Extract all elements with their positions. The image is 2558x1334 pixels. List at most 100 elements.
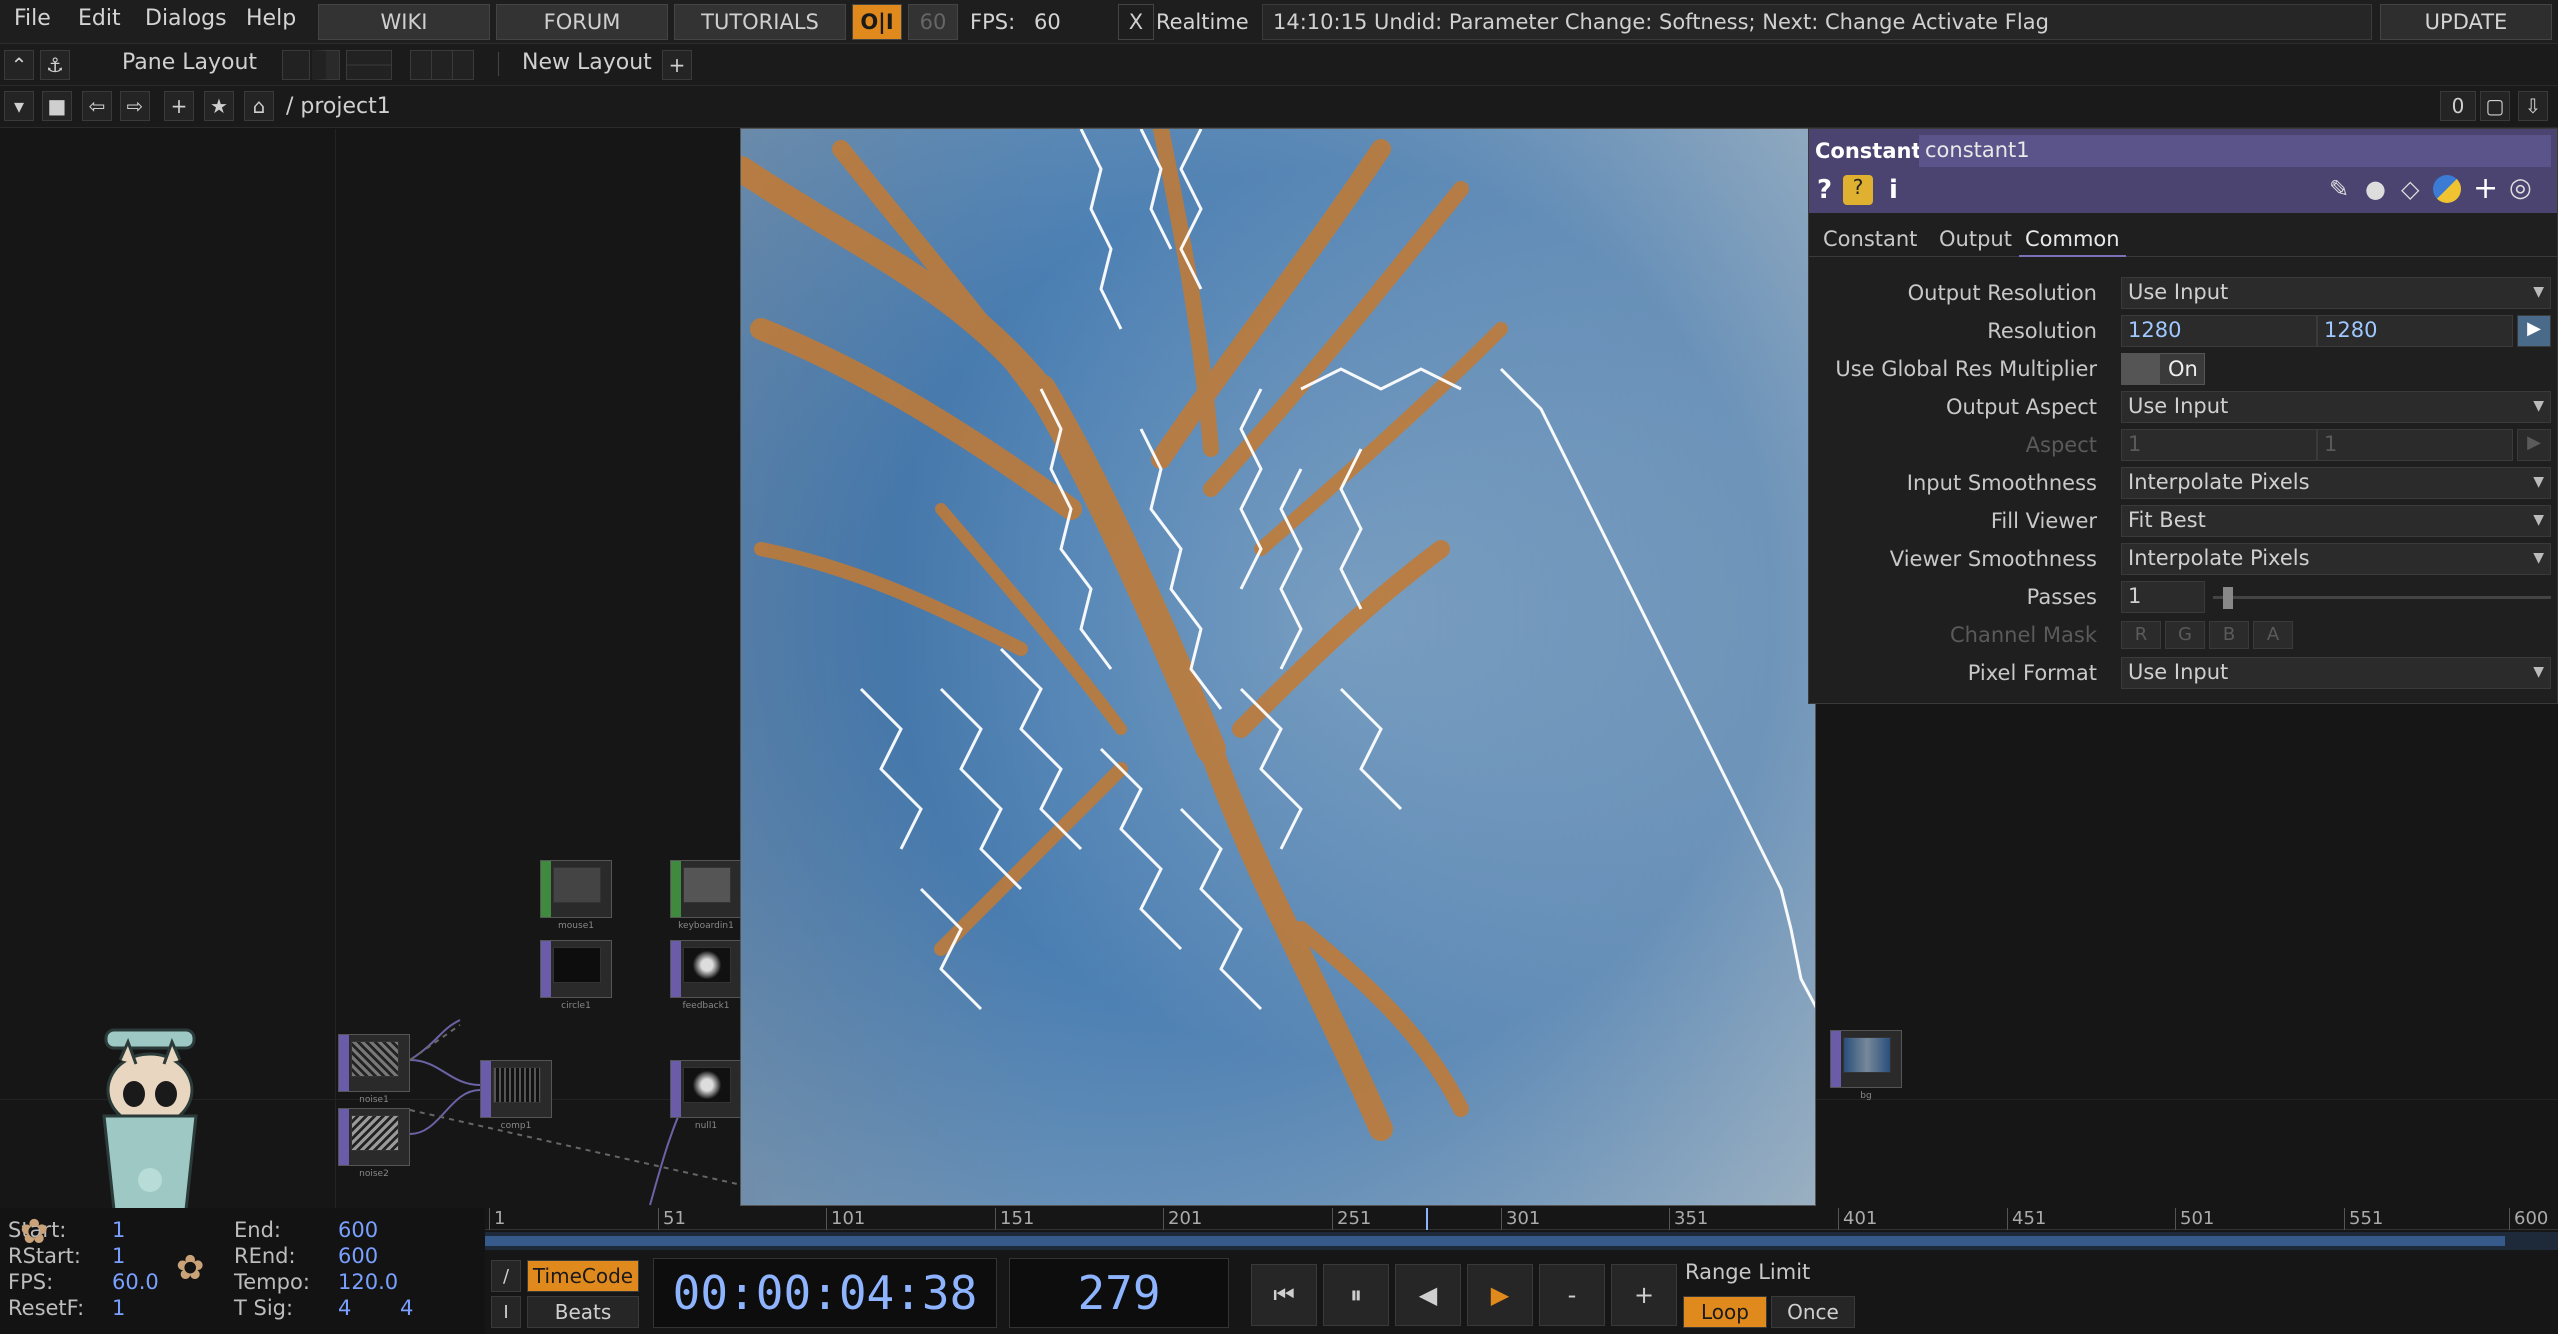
python-icon[interactable] bbox=[2433, 175, 2461, 203]
viewer-smoothness-dropdown[interactable]: Interpolate Pixels ▼ bbox=[2121, 543, 2551, 575]
step-back-icon[interactable]: ◀ bbox=[1395, 1264, 1461, 1326]
fps-value[interactable]: 60.0 bbox=[112, 1270, 159, 1294]
play-arrow-icon: ▶ bbox=[2517, 429, 2551, 461]
pause-icon[interactable]: ⏸ bbox=[1323, 1264, 1389, 1326]
output-resolution-dropdown[interactable]: Use Input ▼ bbox=[2121, 277, 2551, 309]
timeline-tick-label: 451 bbox=[2007, 1208, 2046, 1230]
resolution-height-field[interactable]: 1280 bbox=[2317, 315, 2513, 347]
parameter-panel: Constant constant1 ? ? i ✎ ● ◇ + ◎ Const… bbox=[1808, 128, 2558, 704]
timeline-range-bar[interactable] bbox=[485, 1232, 2558, 1250]
node-null1[interactable]: null1 bbox=[670, 1060, 742, 1131]
param-header: Constant constant1 ? ? i ✎ ● ◇ + ◎ bbox=[1809, 129, 2557, 213]
node-noise1[interactable]: noise1 bbox=[338, 1034, 410, 1105]
op-type-label: Constant bbox=[1815, 139, 1922, 163]
tsig-denominator[interactable]: 4 bbox=[400, 1296, 413, 1320]
output-aspect-dropdown[interactable]: Use Input ▼ bbox=[2121, 391, 2551, 423]
node-noise2[interactable]: noise2 bbox=[338, 1108, 410, 1179]
param-row-resolution: Resolution 1280 1280 ▶ bbox=[1809, 315, 2557, 349]
info-icon[interactable]: i bbox=[1889, 175, 1898, 205]
node-feedback1[interactable]: feedback1 bbox=[670, 940, 742, 1011]
step-minus-button[interactable]: - bbox=[1539, 1264, 1605, 1326]
node-keyboard1[interactable]: keyboardin1 bbox=[670, 860, 742, 931]
tsig-numerator[interactable]: 4 bbox=[338, 1296, 351, 1320]
node-bg[interactable]: bg bbox=[1830, 1030, 1902, 1101]
trash-mascot-icon bbox=[102, 1028, 198, 1212]
tab-constant[interactable]: Constant bbox=[1823, 227, 1917, 251]
comment-icon[interactable]: ● bbox=[2365, 175, 2386, 203]
timeline-ruler[interactable]: 1 51 101 151 201 251 301 351 401 451 501 551 600 bbox=[485, 1208, 2558, 1230]
range-fill bbox=[485, 1236, 2505, 1246]
timeline-playhead[interactable] bbox=[1426, 1208, 1428, 1230]
node-mouse1[interactable]: mouse1 bbox=[540, 860, 612, 931]
start-value[interactable]: 1 bbox=[112, 1218, 125, 1242]
param-label: Aspect bbox=[2025, 433, 2097, 457]
param-label: Input Smoothness bbox=[1906, 471, 2097, 495]
passes-slider-handle[interactable] bbox=[2223, 587, 2233, 609]
param-row-viewer-smoothness: Viewer Smoothness Interpolate Pixels ▼ bbox=[1809, 543, 2557, 577]
play-arrow-icon[interactable]: ▶ bbox=[2517, 315, 2551, 347]
rend-label: REnd: bbox=[234, 1244, 296, 1268]
param-label: Output Resolution bbox=[1907, 281, 2097, 305]
i-button[interactable]: I bbox=[491, 1296, 521, 1328]
tab-common[interactable]: Common bbox=[2019, 227, 2126, 257]
timeline: 1 51 101 151 201 251 301 351 401 451 501 551 600 / I… bbox=[485, 1208, 2558, 1334]
node-circle1[interactable]: circle1 bbox=[540, 940, 612, 1011]
node-comp1[interactable]: comp1 bbox=[480, 1060, 552, 1131]
once-button[interactable]: Once bbox=[1771, 1296, 1855, 1328]
passes-slider-track[interactable] bbox=[2213, 596, 2551, 599]
fill-viewer-dropdown[interactable]: Fit Best ▼ bbox=[2121, 505, 2551, 537]
rewind-icon[interactable]: ⏮ bbox=[1251, 1264, 1317, 1326]
timecode-mode-button[interactable]: TimeCode bbox=[527, 1260, 639, 1292]
mask-a-toggle: A bbox=[2253, 621, 2293, 649]
beats-mode-button[interactable]: Beats bbox=[527, 1296, 639, 1328]
timeline-tick-label: 401 bbox=[1838, 1208, 1877, 1230]
param-tabs: Constant Output Common bbox=[1809, 221, 2557, 257]
rend-value[interactable]: 600 bbox=[338, 1244, 378, 1268]
pixel-format-dropdown[interactable]: Use Input ▼ bbox=[2121, 657, 2551, 689]
param-row-global-res: Use Global Res Multiplier On bbox=[1809, 353, 2557, 387]
input-smoothness-dropdown[interactable]: Interpolate Pixels ▼ bbox=[2121, 467, 2551, 499]
op-name-field[interactable]: constant1 bbox=[1919, 135, 2551, 167]
mask-g-toggle: G bbox=[2165, 621, 2205, 649]
end-value[interactable]: 600 bbox=[338, 1218, 378, 1242]
timeline-tick-label: 251 bbox=[1332, 1208, 1371, 1230]
timeline-tick-label: 201 bbox=[1163, 1208, 1202, 1230]
param-label: Passes bbox=[2026, 585, 2097, 609]
play-icon[interactable]: ▶ bbox=[1467, 1264, 1533, 1326]
param-row-output-aspect: Output Aspect Use Input ▼ bbox=[1809, 391, 2557, 425]
tempo-value[interactable]: 120.0 bbox=[338, 1270, 398, 1294]
param-label: Fill Viewer bbox=[1990, 509, 2097, 533]
target-icon[interactable]: ◎ bbox=[2509, 173, 2532, 203]
mask-b-toggle: B bbox=[2209, 621, 2249, 649]
param-label: Resolution bbox=[1987, 319, 2097, 343]
help-icon[interactable]: ? bbox=[1817, 175, 1832, 205]
python-help-icon[interactable]: ? bbox=[1843, 175, 1873, 205]
aspect1-field: 1 bbox=[2121, 429, 2317, 461]
clone-icon[interactable]: ◇ bbox=[2401, 175, 2419, 203]
tab-output[interactable]: Output bbox=[1939, 227, 2012, 251]
timeline-tick-label: 101 bbox=[826, 1208, 865, 1230]
global-res-toggle[interactable]: On bbox=[2121, 353, 2205, 385]
timeline-tick-label: 600 bbox=[2509, 1208, 2548, 1230]
timeline-tick-label: 501 bbox=[2175, 1208, 2214, 1230]
passes-field[interactable]: 1 bbox=[2121, 581, 2205, 613]
timeline-tick-label: 551 bbox=[2344, 1208, 2383, 1230]
timeline-tick-label: 1 bbox=[489, 1208, 505, 1230]
add-param-icon[interactable]: + bbox=[2473, 171, 2498, 206]
texture-viewer[interactable] bbox=[740, 128, 1816, 1206]
param-row-fill-viewer: Fill Viewer Fit Best ▼ bbox=[1809, 505, 2557, 539]
resolution-width-field[interactable]: 1280 bbox=[2121, 315, 2317, 347]
param-row-pixel-format: Pixel Format Use Input ▼ bbox=[1809, 657, 2557, 691]
param-row-aspect: Aspect 1 1 ▶ bbox=[1809, 429, 2557, 463]
loop-button[interactable]: Loop bbox=[1683, 1296, 1767, 1328]
param-label: Viewer Smoothness bbox=[1889, 547, 2097, 571]
slash-button[interactable]: / bbox=[491, 1260, 521, 1292]
pencil-icon[interactable]: ✎ bbox=[2329, 175, 2349, 203]
rstart-value[interactable]: 1 bbox=[112, 1244, 125, 1268]
resetf-value[interactable]: 1 bbox=[112, 1296, 125, 1320]
step-plus-button[interactable]: + bbox=[1611, 1264, 1677, 1326]
end-label: End: bbox=[234, 1218, 281, 1242]
timecode-display[interactable]: 00:00:04:38 bbox=[653, 1258, 997, 1328]
frame-display[interactable]: 279 bbox=[1009, 1258, 1229, 1328]
simulation-texture-image bbox=[741, 129, 1815, 1205]
